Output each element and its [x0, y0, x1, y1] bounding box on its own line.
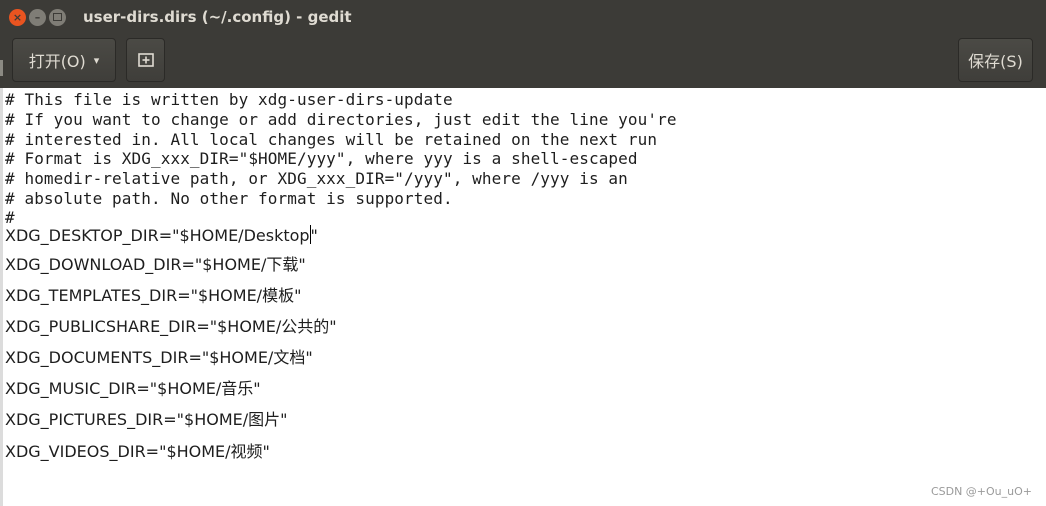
new-tab-icon [137, 53, 154, 67]
close-icon: × [12, 10, 23, 24]
documents-dir-line[interactable]: XDG_DOCUMENTS_DIR="$HOME/文档" [5, 346, 313, 370]
new-document-button[interactable] [126, 38, 165, 82]
title-bar: × – user-dirs.dirs (~/.config) - gedit [0, 0, 1046, 34]
pictures-dir-line[interactable]: XDG_PICTURES_DIR="$HOME/图片" [5, 408, 287, 432]
window-title: user-dirs.dirs (~/.config) - gedit [83, 8, 352, 26]
comment-line[interactable]: # absolute path. No other format is supp… [5, 189, 453, 209]
desktop-dir-closing-quote: " [310, 226, 318, 245]
minimize-icon: – [34, 10, 41, 24]
download-dir-line[interactable]: XDG_DOWNLOAD_DIR="$HOME/下载" [5, 253, 306, 277]
open-button[interactable]: 打开(O) ▾ [12, 38, 116, 82]
comment-line[interactable]: # homedir-relative path, or XDG_xxx_DIR=… [5, 169, 628, 189]
desktop-dir-text: XDG_DESKTOP_DIR="$HOME/Desktop [5, 226, 310, 245]
maximize-icon [53, 13, 62, 21]
minimize-window-button[interactable]: – [29, 8, 46, 26]
window-edge [0, 60, 3, 76]
save-button-label: 保存(S) [968, 52, 1023, 71]
publicshare-dir-line[interactable]: XDG_PUBLICSHARE_DIR="$HOME/公共的" [5, 315, 337, 339]
desktop-dir-line[interactable]: XDG_DESKTOP_DIR="$HOME/Desktop" [5, 224, 318, 248]
comment-line[interactable]: # This file is written by xdg-user-dirs-… [5, 90, 453, 110]
templates-dir-line[interactable]: XDG_TEMPLATES_DIR="$HOME/模板" [5, 284, 301, 308]
toolbar: 打开(O) ▾ 保存(S) [0, 34, 1046, 88]
save-button[interactable]: 保存(S) [958, 38, 1033, 82]
close-window-button[interactable]: × [9, 8, 26, 26]
comment-line[interactable]: # Format is XDG_xxx_DIR="$HOME/yyy", whe… [5, 149, 638, 169]
window-controls: × – [9, 8, 66, 26]
comment-line[interactable]: # If you want to change or add directori… [5, 110, 677, 130]
videos-dir-line[interactable]: XDG_VIDEOS_DIR="$HOME/视频" [5, 440, 270, 464]
comment-line[interactable]: # interested in. All local changes will … [5, 130, 657, 150]
maximize-window-button[interactable] [49, 8, 66, 26]
editor-gutter [0, 88, 3, 506]
music-dir-line[interactable]: XDG_MUSIC_DIR="$HOME/音乐" [5, 377, 261, 401]
chevron-down-icon: ▾ [93, 53, 100, 67]
watermark: CSDN @+Ou_uO+ [930, 485, 1032, 498]
open-button-label: 打开(O) [28, 52, 86, 71]
